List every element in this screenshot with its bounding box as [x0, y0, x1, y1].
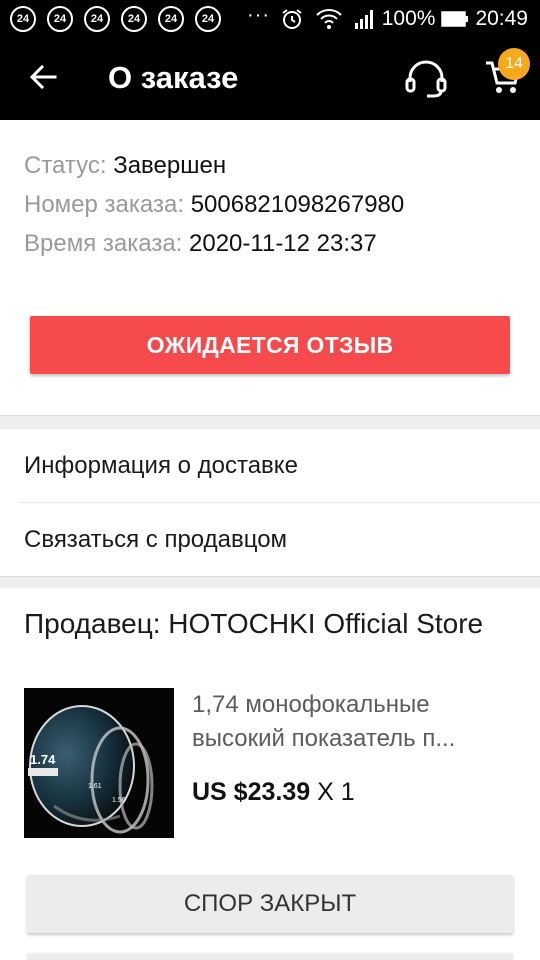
order-info: Статус: Завершен Номер заказа: 500682109…: [24, 146, 404, 263]
wifi-icon: [316, 8, 342, 30]
delivery-info-link[interactable]: Информация о доставке: [0, 429, 540, 503]
product-title-line-2: высокий показатель п...: [192, 725, 456, 752]
customer-support-icon[interactable]: [404, 58, 448, 98]
page-title: О заказе: [108, 60, 239, 95]
order-number-value: 5006821098267980: [190, 191, 405, 218]
order-time-line: Время заказа: 2020-11-12 23:37: [24, 224, 404, 263]
notification-24-icon: 24: [47, 6, 73, 32]
signal-icon: [354, 9, 376, 29]
contact-seller-link[interactable]: Связаться с продавцом: [0, 503, 540, 577]
order-status-line: Статус: Завершен: [24, 146, 404, 185]
order-number-line: Номер заказа: 5006821098267980: [24, 185, 404, 224]
cart-count-badge: 14: [498, 48, 530, 80]
next-action-button[interactable]: [27, 954, 513, 960]
product-price: US $23.39: [192, 778, 311, 806]
product-title[interactable]: 1,74 монофокальные высокий показатель п.…: [192, 688, 518, 756]
product-image[interactable]: 1.74 1.61 1.56: [24, 688, 174, 838]
awaiting-review-button[interactable]: ОЖИДАЕТСЯ ОТЗЫВ: [30, 316, 510, 374]
notification-24-icon: 24: [158, 6, 184, 32]
order-number-label: Номер заказа:: [24, 191, 191, 218]
section-divider: [0, 415, 540, 429]
order-status-label: Статус:: [24, 152, 114, 179]
product-title-line-1: 1,74 монофокальные: [192, 691, 430, 718]
lens-index-label: 1.74: [30, 752, 56, 767]
product-quantity: X 1: [310, 778, 355, 806]
dispute-closed-button[interactable]: СПОР ЗАКРЫТ: [27, 875, 513, 933]
back-arrow-icon[interactable]: [26, 60, 60, 94]
section-divider: [0, 576, 540, 588]
clock: 20:49: [475, 7, 528, 30]
notification-24-icon: 24: [10, 6, 36, 32]
lens-index-a: 1.61: [88, 783, 102, 790]
order-status-value: Завершен: [113, 152, 227, 179]
order-time-label: Время заказа:: [24, 230, 190, 257]
seller-name[interactable]: Продавец: HOTOCHKI Official Store: [24, 608, 483, 640]
app-bar: О заказе: [0, 38, 540, 120]
notification-24-icon: 24: [121, 6, 147, 32]
battery-icon: [441, 11, 469, 27]
product-price-line: US $23.39 X 1: [192, 778, 355, 807]
lens-index-b: 1.56: [112, 797, 126, 804]
battery-percent: 100%: [381, 7, 436, 30]
more-notifications-icon: ···: [247, 4, 270, 26]
notification-24-icon: 24: [195, 6, 221, 32]
notification-24-icon: 24: [84, 6, 110, 32]
order-time-value: 2020-11-12 23:37: [189, 230, 377, 257]
status-bar: 24 24 24 24 24 24 ··· 100% 20:49: [0, 0, 540, 38]
alarm-icon: [280, 7, 304, 31]
